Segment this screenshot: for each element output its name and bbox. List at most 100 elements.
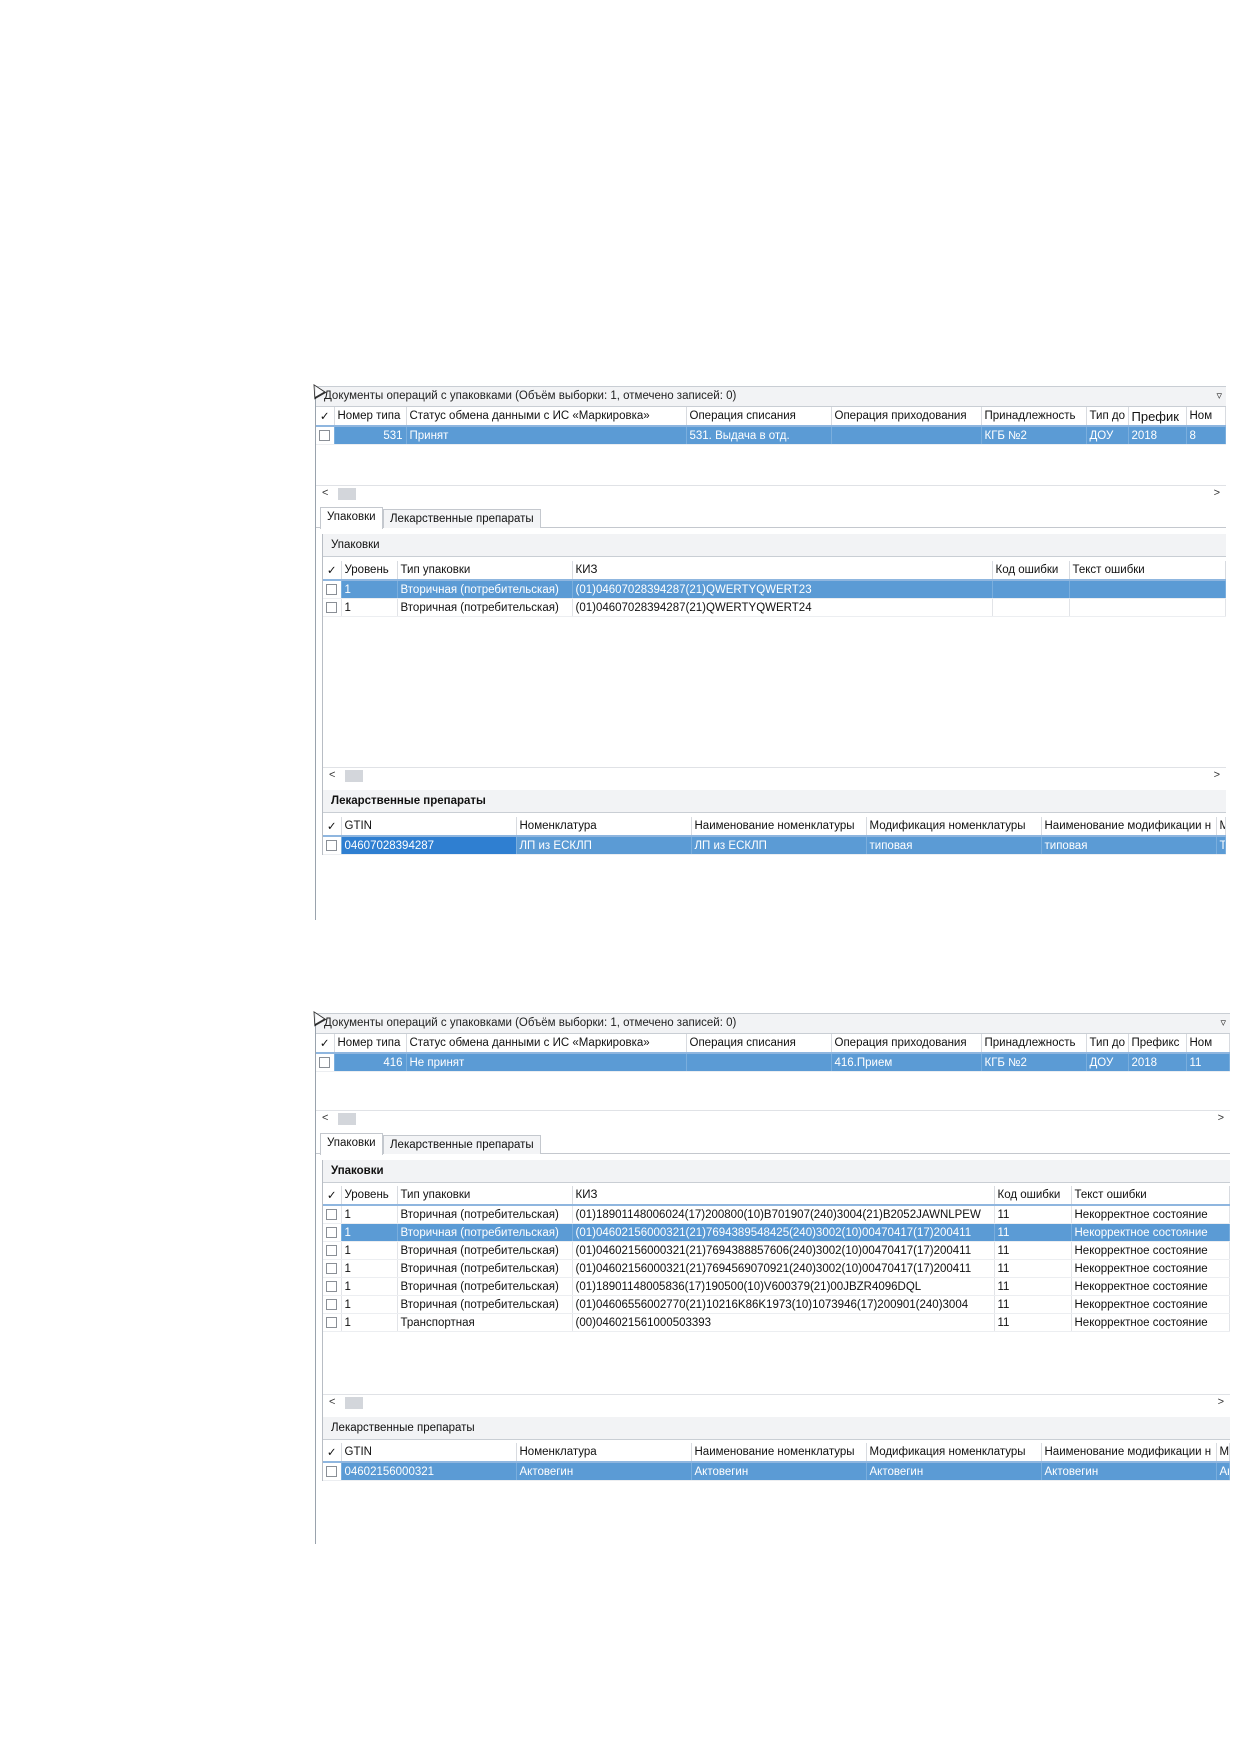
column-header-type-num[interactable]: Номер типа (334, 407, 407, 427)
column-header-level[interactable]: Уровень (341, 1186, 398, 1206)
table-row[interactable]: 1 Вторичная (потребительская) (01)046070… (323, 598, 1226, 617)
column-header-error-code[interactable]: Код ошибки (992, 561, 1070, 581)
row-checkbox[interactable] (326, 839, 338, 851)
cell-kiz: (01)04602156000321(21)7694389548425(240)… (572, 1223, 995, 1242)
table-row[interactable]: 1 Вторичная (потребительская) (01)189011… (323, 1205, 1230, 1224)
packages-scrollbar[interactable]: < > (323, 767, 1226, 784)
tab-packages[interactable]: Упаковки (320, 1133, 383, 1155)
column-header-check[interactable]: ✓ (323, 1443, 342, 1463)
row-checkbox[interactable] (326, 1208, 338, 1220)
tab-drugs[interactable]: Лекарственные препараты (383, 509, 541, 528)
column-header-extra[interactable]: Мо (1216, 817, 1226, 837)
column-header-status[interactable]: Статус обмена данными с ИС «Маркировка» (406, 407, 687, 427)
column-header-num[interactable]: Ном (1186, 1034, 1230, 1054)
table-row[interactable]: 1 Вторичная (потребительская) (01)046021… (323, 1223, 1230, 1242)
scroll-thumb[interactable] (345, 1397, 363, 1409)
scroll-thumb[interactable] (345, 770, 363, 782)
column-header-type-num[interactable]: Номер типа (334, 1034, 407, 1054)
row-checkbox[interactable] (326, 601, 338, 613)
column-header-check[interactable]: ✓ (323, 1186, 342, 1206)
column-header-modification[interactable]: Модификация номенклатуры (866, 1443, 1042, 1463)
scroll-right-icon[interactable]: > (1214, 487, 1220, 499)
column-header-nomenclature[interactable]: Номенклатура (516, 1443, 692, 1463)
documents-scrollbar[interactable]: < > (316, 1110, 1230, 1127)
tab-packages[interactable]: Упаковки (320, 507, 383, 529)
cell-package-type: Вторичная (потребительская) (397, 1259, 573, 1278)
scroll-right-icon[interactable]: > (1218, 1396, 1224, 1408)
scroll-left-icon[interactable]: < (322, 1112, 328, 1124)
cell-kiz: (01)18901148006024(17)200800(10)B701907(… (572, 1205, 995, 1224)
column-header-prefix[interactable]: Префик (1128, 407, 1187, 427)
row-checkbox[interactable] (326, 1262, 338, 1274)
cell-error-text: Некорректное состояние (1071, 1205, 1230, 1224)
column-header-nomenclature[interactable]: Номенклатура (516, 817, 692, 837)
column-header-level[interactable]: Уровень (341, 561, 398, 581)
table-row[interactable]: 1 Транспортная (00)046021561000503393 11… (323, 1313, 1230, 1332)
table-row[interactable]: 04607028394287 ЛП из ЕСКЛП ЛП из ЕСКЛП т… (323, 836, 1226, 855)
column-header-kiz[interactable]: КИЗ (572, 1186, 995, 1206)
column-header-owner[interactable]: Принадлежность (981, 407, 1087, 427)
scroll-right-icon[interactable]: > (1214, 769, 1220, 781)
row-checkbox[interactable] (326, 1298, 338, 1310)
column-header-modification-name[interactable]: Наименование модификации н (1041, 1443, 1217, 1463)
column-header-package-type[interactable]: Тип упаковки (397, 1186, 573, 1206)
table-row[interactable]: 531 Принят 531. Выдача в отд. КГБ №2 ДОУ… (316, 426, 1226, 445)
column-header-error-code[interactable]: Код ошибки (994, 1186, 1072, 1206)
column-header-check[interactable]: ✓ (323, 817, 342, 837)
column-header-writeoff[interactable]: Операция списания (686, 407, 832, 427)
column-header-package-type[interactable]: Тип упаковки (397, 561, 573, 581)
column-header-status[interactable]: Статус обмена данными с ИС «Маркировка» (406, 1034, 687, 1054)
scroll-right-icon[interactable]: > (1218, 1112, 1224, 1124)
packages-scrollbar[interactable]: < > (323, 1394, 1230, 1411)
row-checkbox[interactable] (319, 1056, 331, 1068)
row-checkbox[interactable] (319, 429, 331, 441)
filter-icon[interactable]: ▿ (1216, 387, 1222, 406)
table-row[interactable]: 1 Вторичная (потребительская) (01)189011… (323, 1277, 1230, 1296)
documents-scrollbar[interactable]: < > (316, 485, 1226, 502)
column-header-modification[interactable]: Модификация номенклатуры (866, 817, 1042, 837)
column-header-extra[interactable]: Мо (1216, 1443, 1230, 1463)
column-header-error-text[interactable]: Текст ошибки (1071, 1186, 1230, 1206)
scroll-thumb[interactable] (338, 488, 356, 500)
row-checkbox[interactable] (326, 1226, 338, 1238)
tab-drugs[interactable]: Лекарственные препараты (383, 1135, 541, 1154)
row-checkbox[interactable] (326, 1244, 338, 1256)
column-header-nomenclature-name[interactable]: Наименование номенклатуры (691, 817, 867, 837)
cell-package-type: Вторичная (потребительская) (397, 1223, 573, 1242)
column-header-income[interactable]: Операция приходования (831, 407, 982, 427)
column-header-writeoff[interactable]: Операция списания (686, 1034, 832, 1054)
row-checkbox[interactable] (326, 583, 338, 595)
column-header-nomenclature-name[interactable]: Наименование номенклатуры (691, 1443, 867, 1463)
scroll-left-icon[interactable]: < (322, 487, 328, 499)
packages-table: ✓ Уровень Тип упаковки КИЗ Код ошибки Те… (323, 561, 1226, 617)
column-header-check[interactable]: ✓ (323, 561, 342, 581)
cell-kiz: (00)046021561000503393 (572, 1313, 995, 1332)
scroll-left-icon[interactable]: < (329, 769, 335, 781)
scroll-left-icon[interactable]: < (329, 1396, 335, 1408)
scroll-thumb[interactable] (338, 1113, 356, 1125)
table-row[interactable]: 04602156000321 Актовегин Актовегин Актов… (323, 1462, 1230, 1481)
row-checkbox[interactable] (326, 1316, 338, 1328)
table-row[interactable]: 1 Вторичная (потребительская) (01)046065… (323, 1295, 1230, 1314)
column-header-doc-type[interactable]: Тип до (1086, 407, 1129, 427)
column-header-kiz[interactable]: КИЗ (572, 561, 993, 581)
column-header-gtin[interactable]: GTIN (341, 817, 517, 837)
column-header-prefix[interactable]: Префикс (1128, 1034, 1187, 1054)
table-row[interactable]: 1 Вторичная (потребительская) (01)046021… (323, 1241, 1230, 1260)
column-header-error-text[interactable]: Текст ошибки (1069, 561, 1226, 581)
row-checkbox[interactable] (326, 1465, 338, 1477)
column-header-doc-type[interactable]: Тип до (1086, 1034, 1129, 1054)
packages-table: ✓ Уровень Тип упаковки КИЗ Код ошибки Те… (323, 1186, 1230, 1332)
column-header-gtin[interactable]: GTIN (341, 1443, 517, 1463)
column-header-num[interactable]: Ном (1186, 407, 1226, 427)
row-checkbox[interactable] (326, 1280, 338, 1292)
filter-icon[interactable]: ▿ (1220, 1014, 1226, 1033)
column-header-check[interactable]: ✓ (316, 1034, 335, 1054)
column-header-modification-name[interactable]: Наименование модификации н (1041, 817, 1217, 837)
column-header-check[interactable]: ✓ (316, 407, 335, 427)
table-row[interactable]: 416 Не принят 416.Прием КГБ №2 ДОУ 2018 … (316, 1053, 1230, 1072)
table-row[interactable]: 1 Вторичная (потребительская) (01)046070… (323, 580, 1226, 599)
column-header-owner[interactable]: Принадлежность (981, 1034, 1087, 1054)
table-row[interactable]: 1 Вторичная (потребительская) (01)046021… (323, 1259, 1230, 1278)
column-header-income[interactable]: Операция приходования (831, 1034, 982, 1054)
